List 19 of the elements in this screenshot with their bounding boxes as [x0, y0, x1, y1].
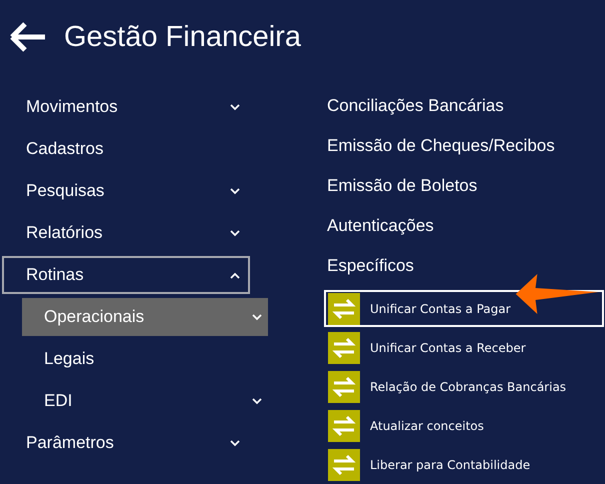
- menu-item[interactable]: Parâmetros: [2, 424, 250, 462]
- menu-item[interactable]: Relatórios: [2, 214, 250, 252]
- section-link[interactable]: Autenticações: [327, 206, 604, 246]
- action-item[interactable]: Unificar Contas a Receber: [324, 329, 604, 366]
- menu-item[interactable]: Operacionais: [22, 298, 268, 336]
- section-link[interactable]: Conciliações Bancárias: [327, 86, 604, 126]
- menu-item[interactable]: Movimentos: [2, 88, 250, 126]
- menu-item[interactable]: Pesquisas: [2, 172, 250, 210]
- action-item[interactable]: Liberar para Contabilidade: [324, 446, 604, 483]
- section-link[interactable]: Emissão de Boletos: [327, 166, 604, 206]
- menu-item[interactable]: Cadastros: [2, 130, 250, 168]
- action-item[interactable]: Atualizar conceitos: [324, 407, 604, 444]
- menu-item[interactable]: EDI: [22, 382, 268, 420]
- section-link[interactable]: Emissão de Cheques/Recibos: [327, 126, 604, 166]
- menu-item[interactable]: Rotinas: [2, 256, 250, 294]
- page-title: Gestão Financeira: [64, 20, 301, 54]
- action-item[interactable]: Relação de Cobranças Bancárias: [324, 368, 604, 405]
- menu-item[interactable]: Legais: [22, 340, 268, 378]
- section-link[interactable]: Específicos: [327, 246, 604, 286]
